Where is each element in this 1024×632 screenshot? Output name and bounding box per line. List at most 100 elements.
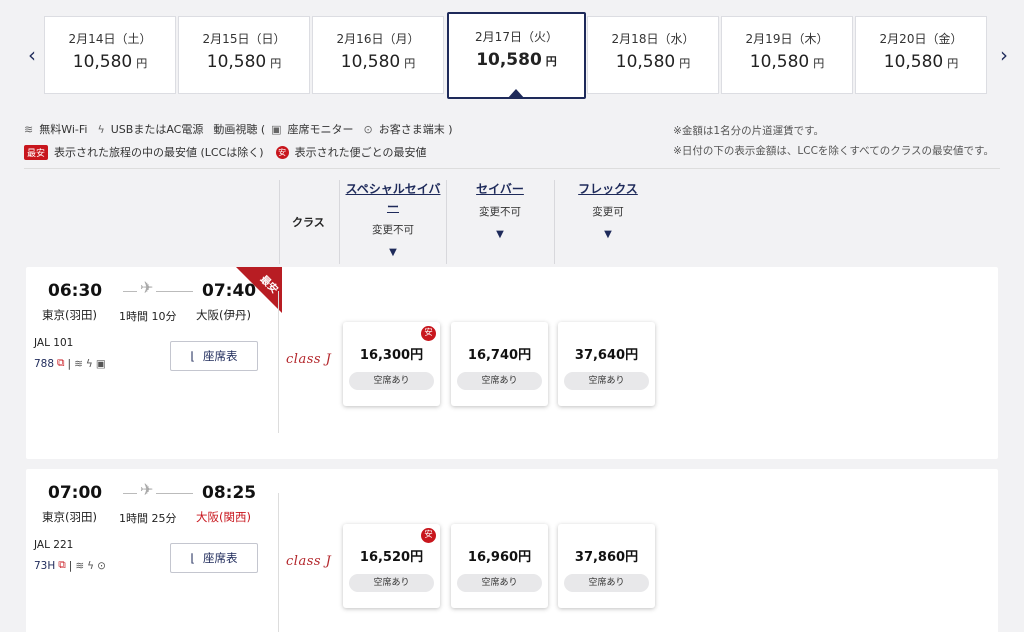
flight-card: 07:00 08:25 ✈ 東京(羽田) 1時間 25分 大阪(関西) JAL …: [26, 469, 998, 632]
class-column-label: クラス: [292, 216, 325, 229]
fare-type-saver[interactable]: セイバー 変更不可 ▼: [448, 180, 552, 240]
fare-price: 16,740円: [467, 348, 532, 363]
aircraft-info[interactable]: 788 ⧉ | ≋ ϟ ▣: [34, 357, 106, 370]
seat-icon: ⌊: [190, 551, 196, 565]
divider: [278, 291, 279, 433]
seat-monitor-label: 座席モニター: [287, 123, 354, 136]
seat-map-label: 座席表: [203, 349, 238, 363]
date-price: 10,580 円: [340, 52, 416, 72]
date-label: 2月20日（金）: [879, 32, 963, 46]
fare-cell-saver[interactable]: 16,960円 空席あり: [451, 524, 548, 608]
prev-date-arrow-icon[interactable]: ‹: [22, 38, 42, 72]
arrival-airport: 大阪(関西): [196, 510, 251, 524]
wifi-icon: ≋: [74, 357, 83, 370]
fare-type-special-saver[interactable]: スペシャルセイバー 変更不可 ▼: [341, 180, 445, 258]
date-tab-selected[interactable]: 2月17日（火） 10,580 円: [447, 12, 586, 99]
fare-change-rule: 変更可: [592, 206, 624, 218]
divider: [24, 168, 1000, 169]
play-icon: ⊙: [363, 122, 373, 136]
date-label: 2月15日（日）: [202, 32, 286, 46]
fare-type-flex[interactable]: フレックス 変更可 ▼: [556, 180, 660, 240]
chevron-down-icon[interactable]: ▼: [341, 247, 445, 258]
an-text: 表示された便ごとの最安値: [294, 146, 427, 159]
availability-badge: 空席あり: [564, 372, 649, 390]
date-price: 10,580 円: [615, 52, 691, 72]
own-device-label: お客さま端末 ): [378, 123, 453, 136]
divider: [446, 180, 447, 264]
video-label: 動画視聴 (: [213, 123, 266, 136]
fare-cell-special-saver[interactable]: 安 16,520円 空席あり: [343, 524, 440, 608]
power-icon: ϟ: [85, 357, 93, 370]
date-label: 2月19日（木）: [745, 32, 829, 46]
flight-number: JAL 221: [34, 539, 74, 551]
fare-cell-saver[interactable]: 16,740円 空席あり: [451, 322, 548, 406]
date-tab-4[interactable]: 2月18日（水） 10,580 円: [587, 16, 719, 94]
date-price: 10,580 円: [749, 52, 825, 72]
departure-airport: 東京(羽田): [42, 510, 97, 524]
next-date-arrow-icon[interactable]: ›: [994, 38, 1014, 72]
amenity-legend: ≋ 無料Wi-Fi ϟ USBまたはAC電源 動画視聴 ( ▣ 座席モニター ⊙…: [24, 121, 453, 137]
seat-monitor-icon: ▣: [271, 122, 282, 136]
departure-time: 06:30: [48, 281, 103, 301]
wifi-icon: ≋: [24, 122, 34, 136]
aircraft-type[interactable]: 73H: [34, 560, 55, 572]
arrival-time: 08:25: [202, 483, 257, 503]
fare-type-name[interactable]: スペシャルセイバー: [341, 180, 445, 216]
power-label: USBまたはAC電源: [110, 123, 204, 136]
divider: [339, 180, 340, 264]
chevron-down-icon[interactable]: ▼: [448, 229, 552, 240]
date-price: 10,580 円: [206, 52, 282, 72]
availability-badge: 空席あり: [564, 574, 649, 592]
flight-duration: 1時間 10分: [119, 310, 177, 323]
route-line: [123, 291, 193, 292]
wifi-label: 無料Wi-Fi: [39, 123, 88, 136]
divider: [278, 493, 279, 632]
fare-cell-special-saver[interactable]: 安 16,300円 空席あり: [343, 322, 440, 406]
departure-time: 07:00: [48, 483, 103, 503]
date-tab-6[interactable]: 2月20日（金） 10,580 円: [855, 16, 987, 94]
arrival-time: 07:40: [202, 281, 257, 301]
date-label: 2月14日（土）: [68, 32, 152, 46]
class-j-logo: class J: [286, 554, 332, 569]
selected-date-caret: [507, 89, 525, 99]
airplane-icon: ✈: [137, 278, 157, 297]
arrival-airport: 大阪(伊丹): [196, 308, 251, 322]
price-legend: 最安 表示された旅程の中の最安値 (LCCは除く) 安 表示された便ごとの最安値: [24, 144, 426, 160]
chevron-down-icon[interactable]: ▼: [556, 229, 660, 240]
seat-monitor-icon: ▣: [95, 357, 106, 370]
date-price: 10,580 円: [476, 50, 557, 70]
separator: |: [68, 559, 73, 572]
seat-map-button[interactable]: ⌊ 座席表: [170, 543, 258, 573]
seat-map-button[interactable]: ⌊ 座席表: [170, 341, 258, 371]
availability-badge: 空席あり: [457, 574, 542, 592]
fare-price: 16,960円: [467, 550, 532, 565]
date-label: 2月17日（火）: [475, 30, 558, 44]
lowest-text: 表示された旅程の中の最安値 (LCCは除く): [54, 146, 264, 159]
airplane-icon: ✈: [137, 480, 157, 499]
fare-type-name[interactable]: セイバー: [448, 180, 552, 198]
wifi-icon: ≋: [75, 559, 85, 572]
power-icon: ϟ: [97, 122, 105, 136]
lowest-badge: 最安: [24, 144, 49, 160]
fare-cell-flex[interactable]: 37,640円 空席あり: [558, 322, 655, 406]
date-tab-2[interactable]: 2月16日（月） 10,580 円: [312, 16, 444, 94]
note-line: ※金額は1名分の片道運賃です。: [673, 125, 825, 137]
aircraft-info[interactable]: 73H ⧉ | ≋ ϟ ⊙: [34, 559, 106, 572]
date-label: 2月16日（月）: [336, 32, 420, 46]
note-line: ※日付の下の表示金額は、LCCを除くすべてのクラスの最安値です。: [673, 145, 994, 157]
external-link-icon: ⧉: [57, 357, 65, 369]
class-j-logo: class J: [286, 352, 332, 367]
fare-price: 16,520円: [359, 550, 424, 565]
an-badge-icon: 安: [421, 326, 436, 341]
availability-badge: 空席あり: [457, 372, 542, 390]
availability-badge: 空席あり: [349, 372, 434, 390]
fare-cell-flex[interactable]: 37,860円 空席あり: [558, 524, 655, 608]
fare-notes: ※金額は1名分の片道運賃です。 ※日付の下の表示金額は、LCCを除くすべてのクラ…: [673, 121, 994, 161]
aircraft-type[interactable]: 788: [34, 358, 54, 370]
separator: |: [67, 357, 72, 370]
date-tab-5[interactable]: 2月19日（木） 10,580 円: [721, 16, 853, 94]
date-tab-0[interactable]: 2月14日（土） 10,580 円: [44, 16, 176, 94]
date-tab-1[interactable]: 2月15日（日） 10,580 円: [178, 16, 310, 94]
fare-type-name[interactable]: フレックス: [556, 180, 660, 198]
availability-badge: 空席あり: [349, 574, 434, 592]
